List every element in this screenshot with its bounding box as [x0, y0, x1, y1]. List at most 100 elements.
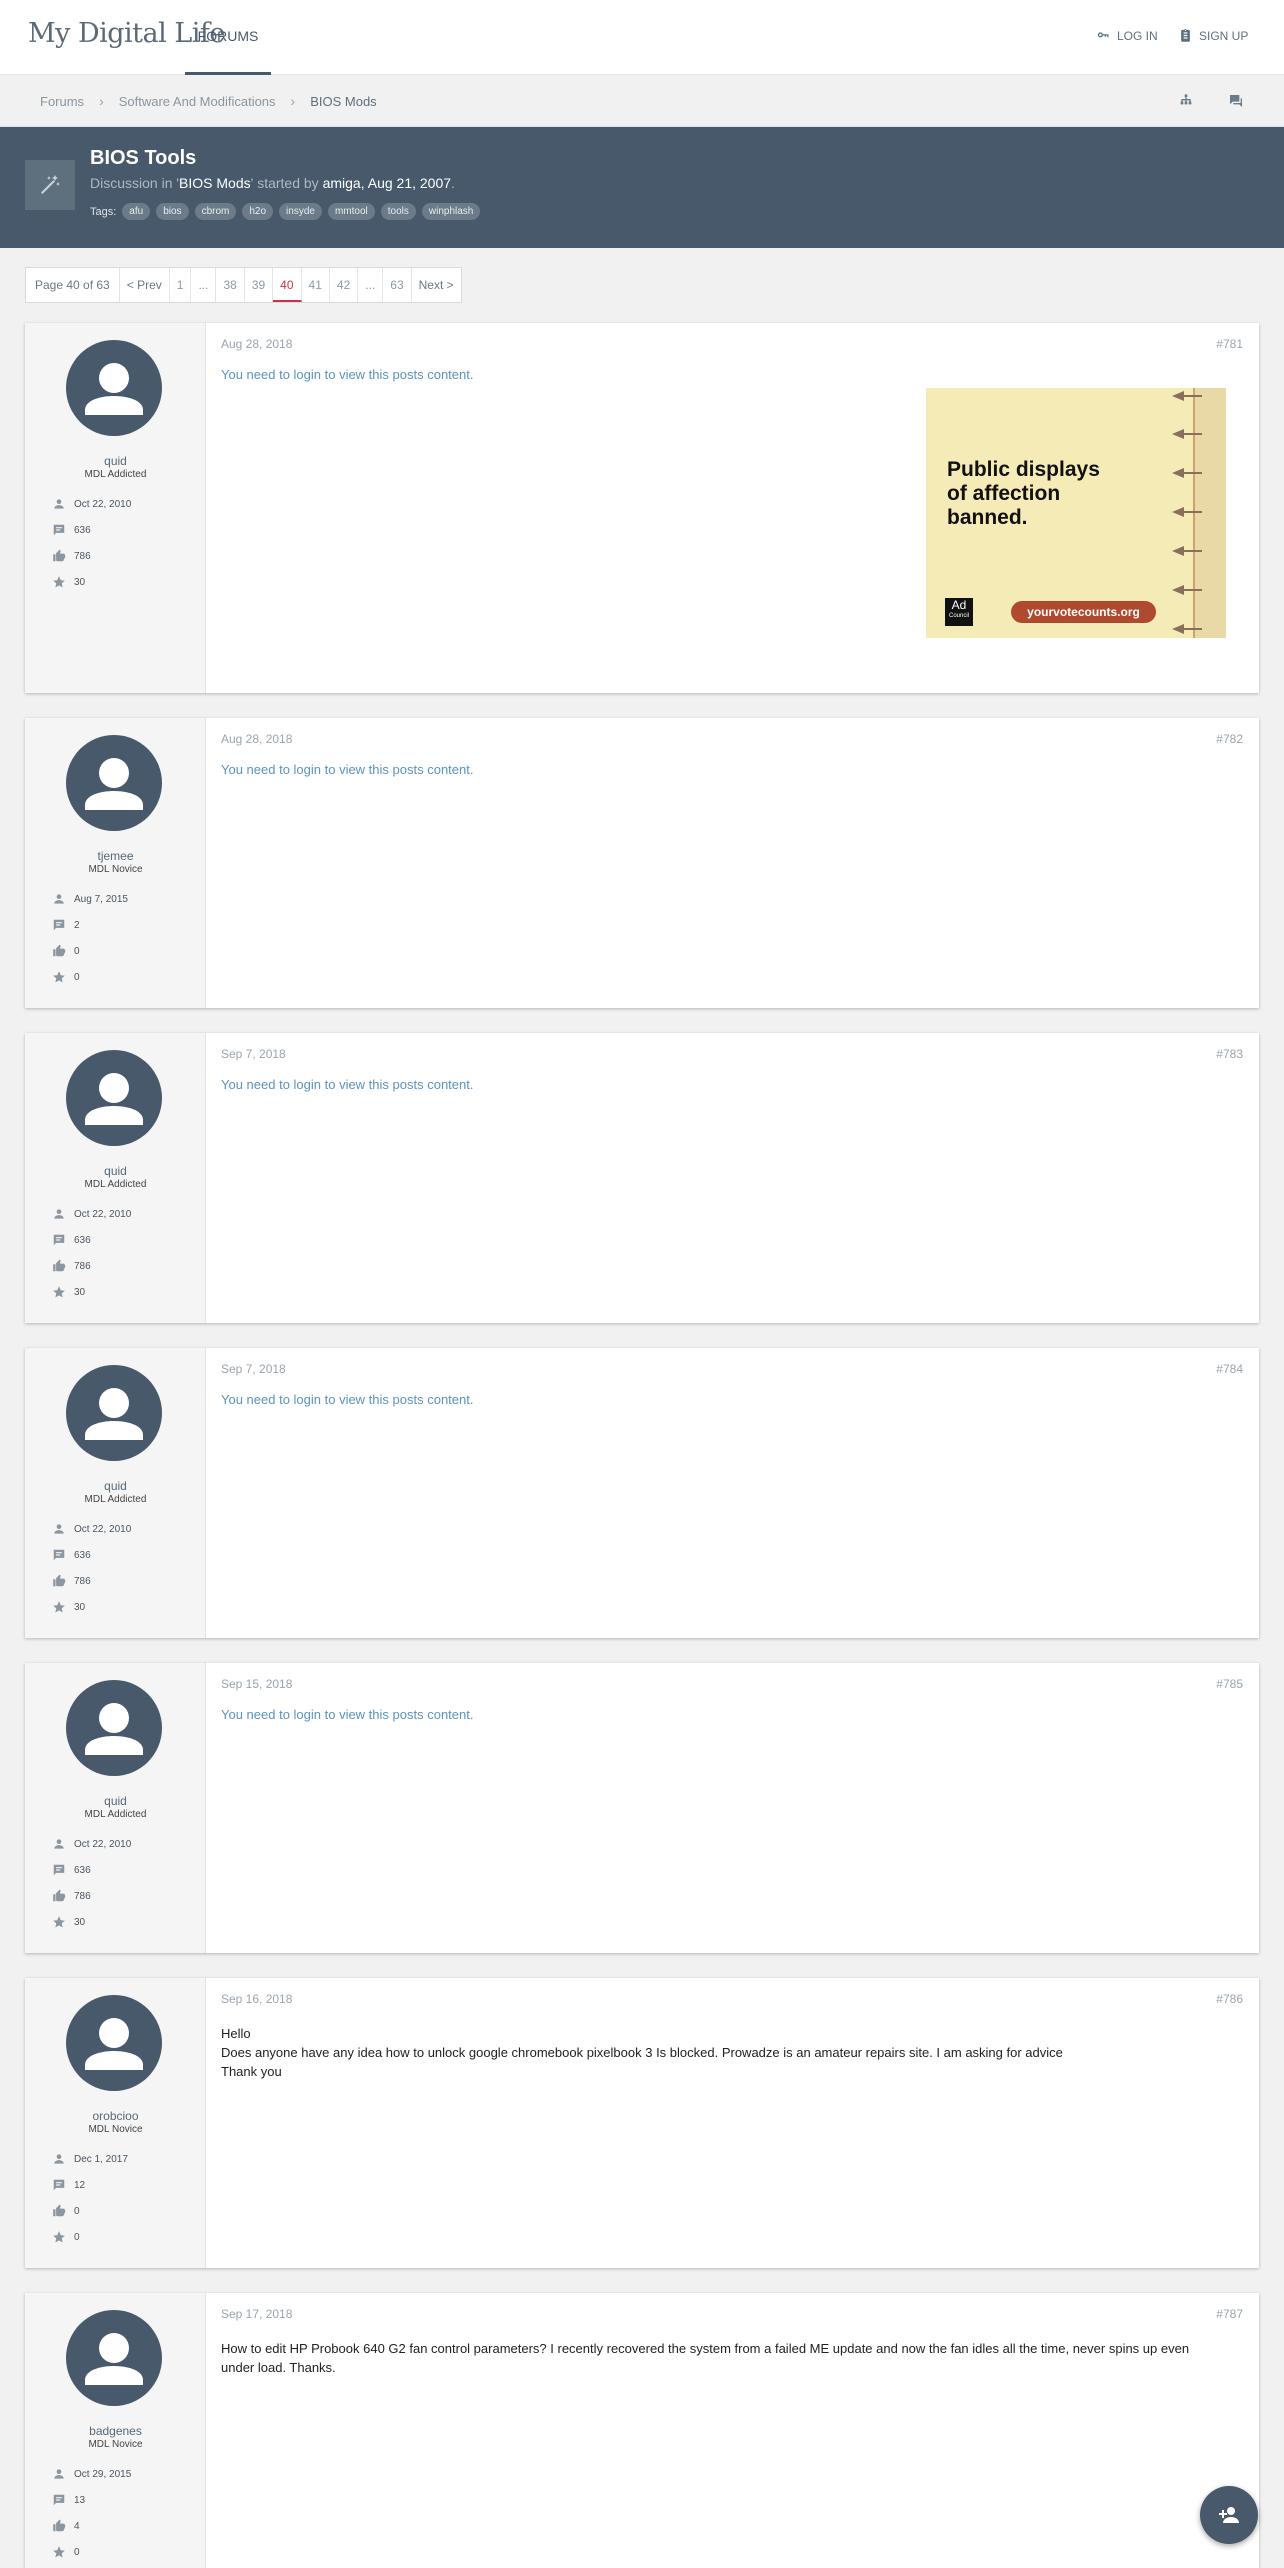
user-rank: MDL Addicted: [84, 1179, 147, 1190]
tag-cbrom[interactable]: cbrom: [194, 203, 237, 220]
add-user-fab[interactable]: [1200, 2486, 1258, 2544]
post-text-line: Does anyone have any idea how to unlock …: [221, 2045, 1063, 2060]
joined-stat: Dec 1, 2017: [52, 2152, 128, 2166]
post-content: How to edit HP Probook 640 G2 fan contro…: [221, 2339, 1221, 2377]
page-skip[interactable]: ...: [191, 268, 217, 302]
joined-date: Oct 29, 2015: [74, 2468, 132, 2480]
tag-bios[interactable]: bios: [156, 203, 189, 220]
post-date[interactable]: Sep 15, 2018: [221, 1677, 292, 1691]
login-required-notice[interactable]: You need to login to view this posts con…: [221, 762, 473, 777]
avatar[interactable]: [66, 340, 162, 436]
points-count: 30: [74, 1286, 86, 1298]
tag-tools[interactable]: tools: [380, 203, 416, 220]
page-link-40-current[interactable]: 40: [273, 268, 302, 302]
page-link-41[interactable]: 41: [302, 268, 330, 302]
breadcrumb-actions: [1178, 93, 1244, 109]
forum-link[interactable]: BIOS Mods: [179, 175, 251, 191]
username-link[interactable]: quid: [25, 1164, 206, 1178]
post-date[interactable]: Sep 7, 2018: [221, 1362, 286, 1376]
avatar[interactable]: [66, 2310, 162, 2406]
user-rank: MDL Novice: [88, 864, 143, 875]
post-date[interactable]: Aug 28, 2018: [221, 337, 292, 351]
post-number[interactable]: #787: [1216, 2307, 1243, 2321]
avatar[interactable]: [66, 735, 162, 831]
tag-winphlash[interactable]: winphlash: [421, 203, 481, 220]
next-page-button[interactable]: Next >: [412, 268, 461, 302]
page-skip[interactable]: ...: [358, 268, 384, 302]
post-date[interactable]: Sep 17, 2018: [221, 2307, 292, 2321]
likes-count: 0: [74, 945, 80, 957]
post: badgenes MDL Novice Oct 29, 2015 13 4 0 …: [25, 2293, 1259, 2568]
username-link[interactable]: quid: [25, 1794, 206, 1808]
tag-insyde[interactable]: insyde: [279, 203, 322, 220]
username-link[interactable]: quid: [25, 1479, 206, 1493]
login-required-notice[interactable]: You need to login to view this posts con…: [221, 1077, 473, 1092]
post-number[interactable]: #783: [1216, 1047, 1243, 1061]
arrow-icon: [1172, 507, 1202, 517]
tag-h2o[interactable]: h2o: [242, 203, 274, 220]
points-stat: 0: [52, 2545, 80, 2559]
username-link[interactable]: badgenes: [25, 2424, 206, 2438]
post-number[interactable]: #785: [1216, 1677, 1243, 1691]
nav-tab-forums[interactable]: FORUMS: [185, 0, 271, 75]
user-silhouette-icon: [85, 758, 143, 810]
breadcrumb-software-and-modifications[interactable]: Software And Modifications: [119, 94, 276, 109]
avatar[interactable]: [66, 1365, 162, 1461]
points-stat: 30: [52, 1600, 85, 1614]
likes-count: 0: [74, 2205, 80, 2217]
person-icon: [54, 1839, 64, 1849]
login-required-notice[interactable]: You need to login to view this posts con…: [221, 367, 473, 382]
ad-logo-line: Council: [948, 613, 969, 619]
advertisement-banner[interactable]: Public displays of affection banned. Ad …: [926, 388, 1226, 638]
tag-mmtool[interactable]: mmtool: [327, 203, 375, 220]
username-link[interactable]: quid: [25, 454, 206, 468]
signup-link[interactable]: SIGN UP: [1178, 28, 1248, 43]
author-link[interactable]: amiga: [323, 175, 361, 191]
star-icon: [53, 2546, 65, 2558]
person-add-icon: [1219, 2507, 1239, 2523]
post: quid MDL Addicted Oct 22, 2010 636 786 3…: [25, 323, 1259, 693]
chat-bubbles-icon[interactable]: [1228, 93, 1244, 109]
post-date[interactable]: Aug 28, 2018: [221, 732, 292, 746]
post-number[interactable]: #784: [1216, 1362, 1243, 1376]
post-number[interactable]: #782: [1216, 732, 1243, 746]
user-rank: MDL Addicted: [84, 469, 147, 480]
breadcrumb-bios-mods[interactable]: BIOS Mods: [310, 94, 376, 109]
thread-date[interactable]: Aug 21, 2007: [368, 175, 451, 191]
avatar[interactable]: [66, 1995, 162, 2091]
page-link-38[interactable]: 38: [216, 268, 245, 302]
login-required-notice[interactable]: You need to login to view this posts con…: [221, 1392, 473, 1407]
message-icon: [53, 524, 65, 536]
post-number[interactable]: #786: [1216, 1992, 1243, 2006]
avatar[interactable]: [66, 1050, 162, 1146]
sitemap-icon[interactable]: [1178, 93, 1194, 109]
username-link[interactable]: tjemee: [25, 849, 206, 863]
page-link-1[interactable]: 1: [170, 268, 192, 302]
post-number[interactable]: #781: [1216, 337, 1243, 351]
post-text-line: How to edit HP Probook 640 G2 fan contro…: [221, 2341, 1190, 2375]
ad-council-logo: Ad Council: [945, 598, 973, 626]
breadcrumb-forums[interactable]: Forums: [40, 94, 84, 109]
avatar[interactable]: [66, 1680, 162, 1776]
page-link-63[interactable]: 63: [383, 268, 412, 302]
meta-text: Discussion in ': [90, 175, 180, 191]
user-rank: MDL Addicted: [84, 1809, 147, 1820]
top-header: My Digital Life FORUMS LOG IN SIGN UP: [0, 0, 1284, 75]
prev-page-button[interactable]: < Prev: [120, 268, 170, 302]
ad-url-button[interactable]: yourvotecounts.org: [1011, 601, 1156, 623]
post-date[interactable]: Sep 16, 2018: [221, 1992, 292, 2006]
page-link-42[interactable]: 42: [330, 268, 359, 302]
login-required-notice[interactable]: You need to login to view this posts con…: [221, 1707, 473, 1722]
username-link[interactable]: orobcioo: [25, 2109, 206, 2123]
post-date[interactable]: Sep 7, 2018: [221, 1047, 286, 1061]
likes-count: 786: [74, 550, 91, 562]
message-count: 12: [74, 2179, 86, 2191]
thumbs-up-icon: [53, 1259, 66, 1272]
post-author-panel: quid MDL Addicted Oct 22, 2010 636 786 3…: [25, 1348, 206, 1638]
page-link-39[interactable]: 39: [245, 268, 274, 302]
login-link[interactable]: LOG IN: [1096, 28, 1158, 43]
likes-stat: 0: [52, 944, 80, 958]
tag-afu[interactable]: afu: [122, 203, 151, 220]
points-count: 30: [74, 1916, 86, 1928]
messages-stat: 13: [52, 2493, 85, 2507]
